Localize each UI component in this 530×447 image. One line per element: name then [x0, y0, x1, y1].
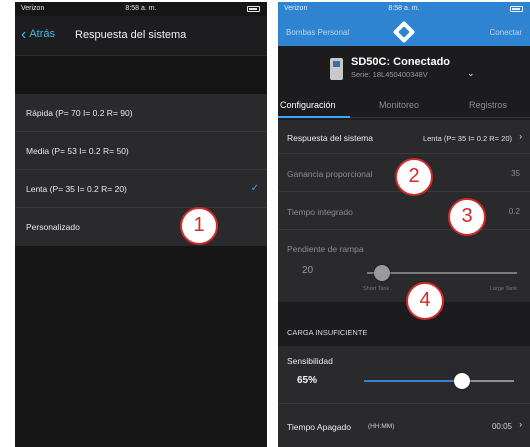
tab-bar: Configuración Monitoreo Registros	[278, 94, 530, 118]
ramp-min-label: Short Tank	[363, 286, 390, 292]
chevron-right-icon: ›	[519, 420, 522, 429]
status-time: 8:58 a. m.	[388, 5, 420, 12]
tab-logs[interactable]: Registros	[469, 100, 507, 110]
ramp-slope-label: Pendiente de rampa	[287, 244, 364, 254]
ramp-slope-row: Pendiente de rampa 20 Short Tank Large T…	[278, 230, 530, 302]
tab-monitoring[interactable]: Monitoreo	[379, 100, 419, 110]
integral-time-label: Tiempo integrado	[287, 207, 353, 217]
ramp-slider-knob[interactable]	[374, 265, 390, 281]
option-label: Media (P= 53 I= 0.2 R= 50)	[26, 145, 129, 156]
page-title: Respuesta del sistema	[75, 29, 187, 41]
list-header-spacer	[15, 57, 267, 92]
status-time: 8:58 a. m.	[125, 5, 157, 12]
status-bar: Verizon 8:58 a. m.	[278, 2, 530, 16]
sensitivity-value: 65%	[297, 375, 318, 386]
chevron-left-icon: ‹	[21, 25, 27, 43]
off-time-label: Tiempo Apagado	[287, 422, 351, 432]
device-selector[interactable]: SD50C: Conectado Serie: 18L450400348V ⌄	[278, 46, 530, 92]
sensitivity-label: Sensibilidad	[287, 356, 333, 366]
integral-time-value: 0.2	[508, 207, 520, 216]
option-label: Personalizado	[26, 222, 80, 232]
battery-icon	[510, 6, 523, 12]
brand-logo-icon	[392, 20, 416, 44]
option-medium[interactable]: Media (P= 53 I= 0.2 R= 50)	[15, 132, 267, 170]
sensitivity-slider-knob[interactable]	[453, 373, 470, 389]
battery-icon	[247, 6, 260, 12]
nav-bar: ‹ Atrás Respuesta del sistema	[15, 16, 267, 56]
proportional-gain-value: 35	[511, 169, 520, 178]
left-phone-screen: Verizon 8:58 a. m. ‹ Atrás Respuesta del…	[15, 2, 267, 447]
device-name: SD50C: Conectado	[351, 56, 451, 68]
option-label: Lenta (P= 35 I= 0.2 R= 20)	[26, 183, 127, 194]
callout-badge-2: 2	[395, 158, 433, 196]
callout-badge-1: 1	[180, 207, 218, 245]
proportional-gain-label: Ganancia proporcional	[287, 169, 373, 179]
right-phone-screen: Verizon 8:58 a. m. Bombas Personal Conec…	[278, 2, 530, 447]
option-label: Rápida (P= 70 I= 0.2 R= 90)	[26, 107, 133, 118]
ramp-slope-value: 20	[302, 265, 314, 276]
chevron-down-icon[interactable]: ⌄	[467, 68, 475, 79]
connect-link[interactable]: Conectar	[490, 28, 522, 37]
system-response-label: Respuesta del sistema	[287, 133, 373, 143]
system-response-value: Lenta (P= 35 I= 0.2 R= 20)	[422, 134, 512, 143]
option-fast[interactable]: Rápida (P= 70 I= 0.2 R= 90)	[15, 94, 267, 132]
sensitivity-slider-fill	[364, 380, 462, 382]
option-slow[interactable]: Lenta (P= 35 I= 0.2 R= 20) ✓	[15, 170, 267, 208]
chevron-right-icon: ›	[519, 132, 522, 141]
checkmark-icon: ✓	[250, 183, 259, 194]
response-option-list: Rápida (P= 70 I= 0.2 R= 90) Media (P= 53…	[15, 94, 267, 246]
pump-device-icon	[330, 58, 343, 80]
device-serial: Serie: 18L450400348V	[351, 70, 428, 79]
status-bar: Verizon 8:58 a. m.	[15, 2, 267, 16]
section-title: CARGA INSUFICIENTE	[287, 328, 368, 337]
app-header: Verizon 8:58 a. m. Bombas Personal Conec…	[278, 2, 530, 46]
back-label: Atrás	[29, 28, 56, 40]
off-time-unit: (HH:MM)	[368, 423, 395, 430]
sensitivity-row: Sensibilidad 65%	[278, 346, 530, 404]
off-time-row[interactable]: Tiempo Apagado (HH:MM) 00:05 ›	[278, 404, 530, 447]
callout-badge-3: 3	[448, 198, 486, 236]
back-button[interactable]: ‹ Atrás	[21, 25, 56, 43]
section-header: CARGA INSUFICIENTE	[278, 320, 530, 344]
system-response-row[interactable]: Respuesta del sistema Lenta (P= 35 I= 0.…	[278, 120, 530, 154]
callout-badge-4: 4	[406, 282, 444, 320]
option-custom[interactable]: Personalizado	[15, 208, 267, 246]
header-left-link[interactable]: Bombas Personal	[286, 28, 349, 37]
active-tab-indicator	[278, 116, 350, 118]
ramp-max-label: Large Tank	[489, 286, 517, 292]
tab-configuration[interactable]: Configuración	[280, 100, 336, 110]
integral-time-row: Tiempo integrado 0.2	[278, 192, 530, 230]
off-time-value: 00:05	[491, 422, 512, 431]
